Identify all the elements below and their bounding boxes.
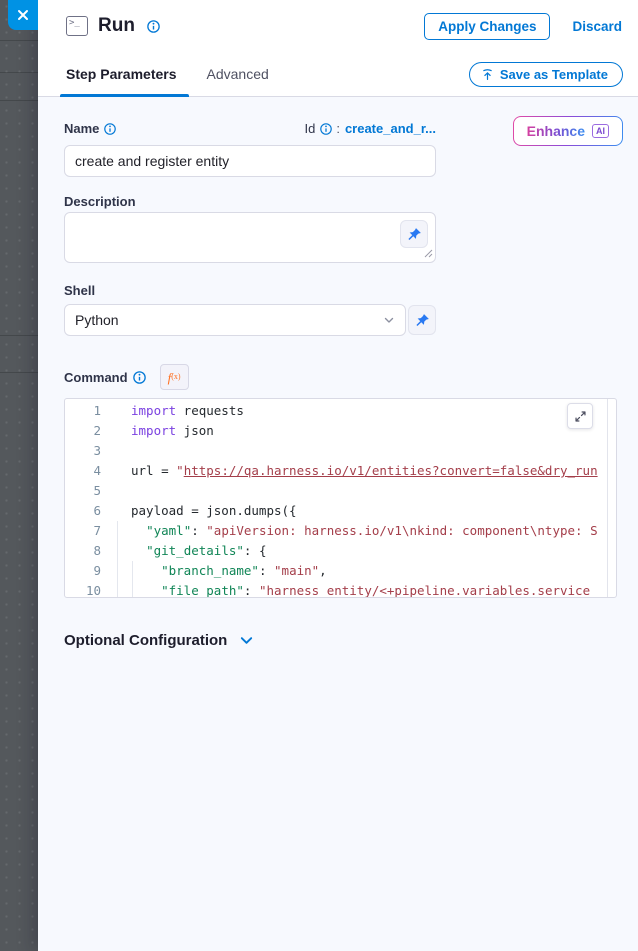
line-number: 6 (65, 501, 113, 521)
line-text: "branch_name": "main", (113, 561, 606, 581)
info-icon[interactable] (320, 123, 332, 135)
line-text: "file_path": "harness_entity/<+pipeline.… (113, 581, 606, 598)
info-icon[interactable] (133, 371, 146, 384)
chevron-down-icon (383, 314, 395, 326)
run-step-terminal-icon: >_ (66, 16, 88, 36)
upload-icon (481, 68, 494, 81)
name-label: Name (64, 121, 99, 136)
indent-guide (117, 561, 118, 581)
step-id-group: Id : create_and_r... (304, 121, 436, 136)
header-actions: Apply Changes Discard (424, 13, 622, 40)
close-icon (16, 8, 30, 22)
code-line: 5 (65, 481, 616, 501)
optional-configuration-toggle[interactable]: Optional Configuration (64, 632, 254, 649)
backdrop-divider (0, 100, 38, 101)
code-line: 9 "branch_name": "main", (65, 561, 616, 581)
optional-configuration-label: Optional Configuration (64, 632, 227, 649)
line-text: url = "https://qa.harness.io/v1/entities… (113, 461, 606, 481)
description-field (64, 212, 436, 268)
name-input[interactable] (64, 145, 436, 177)
info-icon[interactable] (147, 20, 160, 33)
line-text: payload = json.dumps({ (113, 501, 606, 521)
line-text: import json (113, 421, 606, 441)
tab-advanced[interactable]: Advanced (207, 52, 269, 96)
backdrop-divider (0, 72, 38, 73)
code-line: 1import requests (65, 401, 616, 421)
pin-button[interactable] (400, 220, 428, 248)
line-number: 4 (65, 461, 113, 481)
code-line: 6payload = json.dumps({ (65, 501, 616, 521)
description-label: Description (64, 194, 623, 209)
line-number: 7 (65, 521, 113, 541)
code-line: 7 "yaml": "apiVersion: harness.io/v1\nki… (65, 521, 616, 541)
indent-guide (132, 561, 133, 581)
page-title: Run (98, 15, 135, 37)
line-text: "git_details": { (113, 541, 606, 561)
description-textarea[interactable] (64, 212, 436, 263)
command-code-editor[interactable]: 1import requests2import json34url = "htt… (64, 398, 617, 598)
code-line: 2import json (65, 421, 616, 441)
drawer-header: >_ Run Apply Changes Discard (38, 0, 638, 52)
line-number: 9 (65, 561, 113, 581)
line-text (113, 481, 606, 501)
expression-fx-button[interactable]: f(x) (160, 364, 189, 390)
line-number: 2 (65, 421, 113, 441)
shell-field: Python (64, 304, 623, 336)
enhance-ai-button[interactable]: Enhance AI (513, 116, 623, 146)
editor-scrollbar[interactable] (607, 399, 608, 597)
tabs-row: Step Parameters Advanced Save as Templat… (38, 52, 638, 97)
line-number: 8 (65, 541, 113, 561)
pushpin-icon (415, 313, 430, 328)
indent-guide (117, 581, 118, 598)
code-line: 10 "file_path": "harness_entity/<+pipeli… (65, 581, 616, 598)
command-label: Command (64, 370, 128, 385)
code-line: 4url = "https://qa.harness.io/v1/entitie… (65, 461, 616, 481)
fullscreen-expand-icon (574, 410, 587, 423)
step-config-drawer: >_ Run Apply Changes Discard Step Parame… (38, 0, 638, 951)
line-number: 3 (65, 441, 113, 461)
step-id-value[interactable]: create_and_r... (345, 121, 436, 136)
pushpin-icon (407, 227, 422, 242)
line-text: import requests (113, 401, 606, 421)
code-line: 8 "git_details": { (65, 541, 616, 561)
resize-handle[interactable] (423, 245, 433, 263)
command-label-row: Command f(x) (64, 364, 623, 390)
enhance-label: Enhance (527, 123, 585, 139)
indent-guide (132, 581, 133, 598)
apply-changes-button[interactable]: Apply Changes (424, 13, 550, 40)
dimmed-page-backdrop (0, 0, 38, 951)
shell-label: Shell (64, 283, 623, 298)
backdrop-divider (0, 40, 38, 41)
pin-button[interactable] (408, 305, 436, 335)
id-label: Id (304, 121, 315, 136)
step-parameters-panel: Enhance AI Name Id : create_and_r... Des… (38, 97, 638, 951)
backdrop-divider (0, 372, 38, 373)
line-text (113, 441, 606, 461)
code-lines: 1import requests2import json34url = "htt… (65, 401, 616, 598)
save-as-template-button[interactable]: Save as Template (469, 62, 623, 87)
discard-button[interactable]: Discard (572, 19, 622, 34)
shell-selected-value: Python (75, 312, 119, 328)
ai-badge: AI (592, 124, 609, 138)
indent-guide (117, 541, 118, 561)
tab-step-parameters[interactable]: Step Parameters (66, 52, 177, 96)
code-line: 3 (65, 441, 616, 461)
name-label-row: Name Id : create_and_r... (64, 121, 436, 136)
line-number: 5 (65, 481, 113, 501)
line-number: 10 (65, 581, 113, 598)
close-drawer-button[interactable] (8, 0, 38, 30)
chevron-down-icon (239, 633, 254, 648)
line-text: "yaml": "apiVersion: harness.io/v1\nkind… (113, 521, 606, 541)
indent-guide (117, 521, 118, 541)
backdrop-divider (0, 335, 38, 336)
info-icon[interactable] (104, 123, 116, 135)
id-separator: : (336, 121, 340, 136)
line-number: 1 (65, 401, 113, 421)
expand-editor-button[interactable] (567, 403, 593, 429)
shell-select[interactable]: Python (64, 304, 406, 336)
